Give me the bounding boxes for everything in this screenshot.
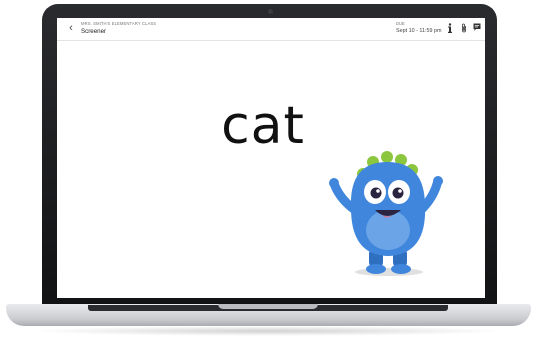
comment-icon[interactable] bbox=[472, 23, 481, 34]
due-label: DUE bbox=[396, 21, 405, 26]
class-name: MRS. SMITH'S ELEMENTARY CLASS bbox=[81, 21, 157, 26]
monster-mascot bbox=[329, 151, 443, 276]
lid-notch bbox=[218, 304, 318, 309]
webcam bbox=[267, 9, 273, 14]
back-button[interactable]: ‹ bbox=[65, 21, 77, 35]
assignment-title: Screener bbox=[81, 28, 107, 35]
app-screen: ‹ MRS. SMITH'S ELEMENTARY CLASS Screener… bbox=[57, 18, 485, 298]
chevron-left-icon: ‹ bbox=[69, 22, 73, 34]
paperclip-icon[interactable] bbox=[460, 23, 468, 34]
laptop-shadow bbox=[30, 326, 507, 336]
word-prompt: cat bbox=[221, 96, 305, 156]
top-bar: ‹ MRS. SMITH'S ELEMENTARY CLASS Screener… bbox=[57, 18, 485, 41]
info-icon[interactable] bbox=[446, 23, 454, 34]
due-date: Sept 10 - 11:59 pm bbox=[396, 28, 442, 34]
